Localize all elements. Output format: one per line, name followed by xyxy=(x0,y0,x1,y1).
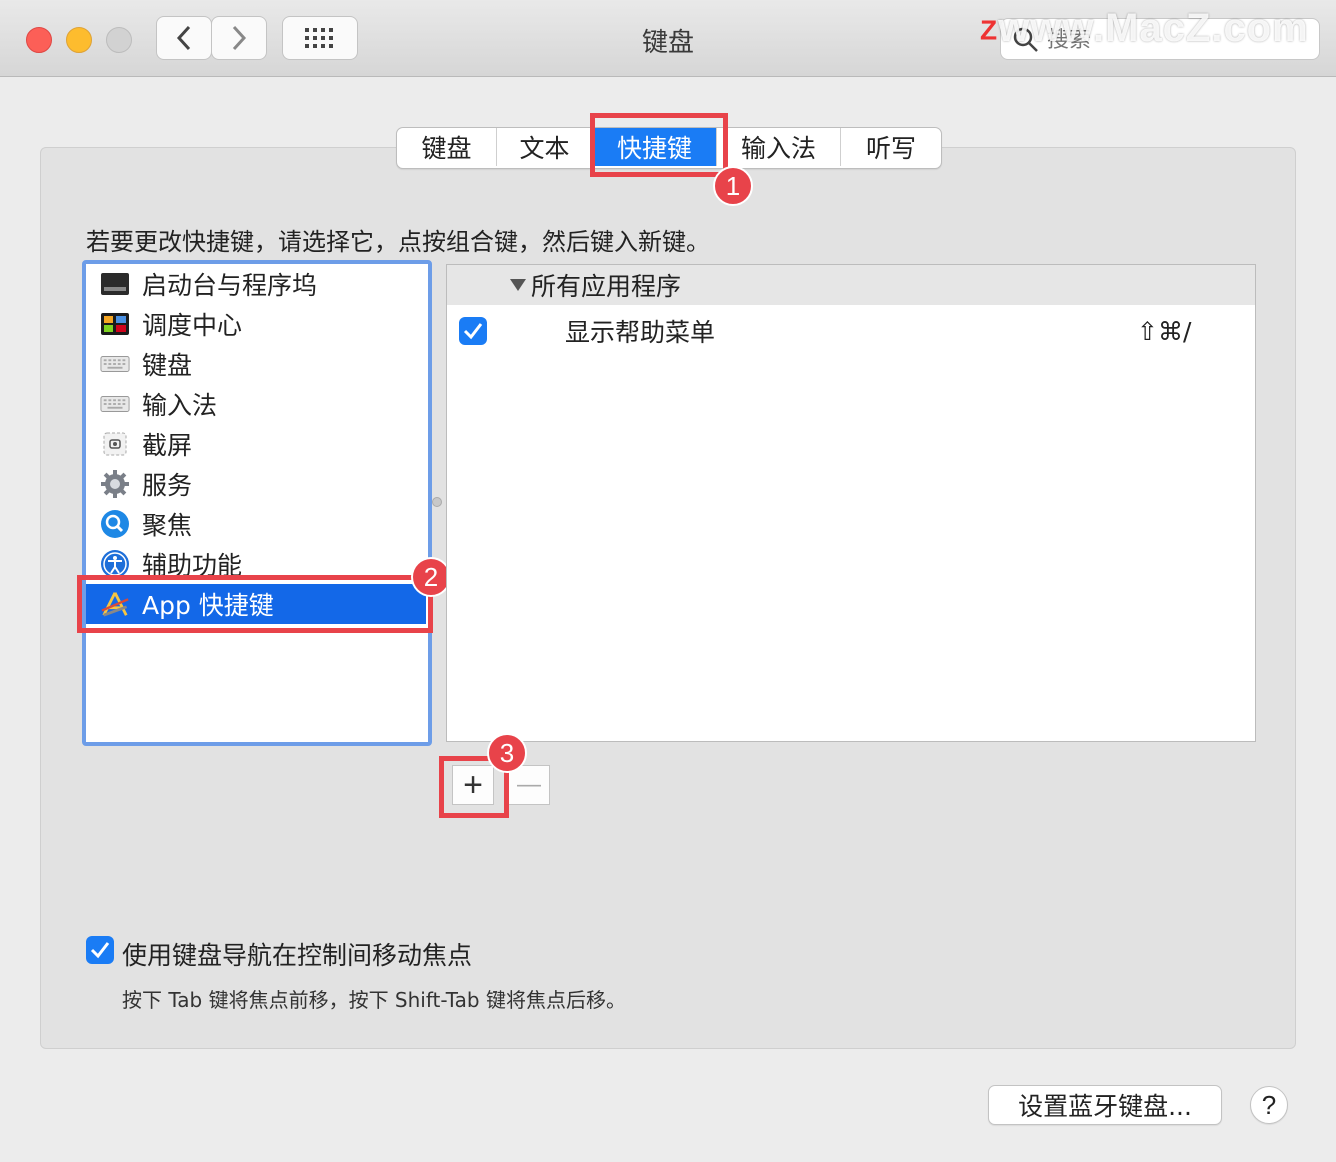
shortcut-group-label: 所有应用程序 xyxy=(531,272,682,301)
category-label: 服务 xyxy=(142,471,193,500)
keyboard-nav-label[interactable]: 使用键盘导航在控制间移动焦点 xyxy=(122,936,472,972)
mission-control-icon xyxy=(100,309,130,339)
gear-icon xyxy=(100,469,130,499)
category-item-input-sources[interactable]: 输入法 xyxy=(100,384,217,424)
shortcut-name: 显示帮助菜单 xyxy=(565,318,716,347)
step-badge-2: 2 xyxy=(411,557,451,597)
category-item-keyboard[interactable]: 键盘 xyxy=(100,344,192,384)
watermark: Zwww.MacZ.com xyxy=(980,6,1309,51)
keyboard-nav-option[interactable] xyxy=(86,936,114,964)
shortcut-group-header[interactable]: 所有应用程序 xyxy=(447,265,1255,305)
setup-bluetooth-keyboard-button[interactable]: 设置蓝牙键盘... xyxy=(988,1085,1222,1125)
category-label: 聚焦 xyxy=(142,511,193,540)
keyboard-icon xyxy=(100,349,130,379)
category-label: 调度中心 xyxy=(142,311,243,340)
category-label: 截屏 xyxy=(142,431,193,460)
keyboard-nav-checkbox[interactable] xyxy=(86,936,114,964)
tab-dictation[interactable]: 听写 xyxy=(841,128,941,166)
shortcut-keys[interactable]: ⇧⌘/ xyxy=(1137,317,1191,346)
watermark-logo: Z xyxy=(980,14,999,46)
shortcut-row[interactable]: 显示帮助菜单 ⇧⌘/ xyxy=(447,311,1255,351)
category-label: 启动台与程序坞 xyxy=(142,271,318,300)
highlight-box-2 xyxy=(77,575,433,633)
tab-text[interactable]: 文本 xyxy=(497,128,593,166)
category-item-services[interactable]: 服务 xyxy=(100,464,192,504)
category-label: 键盘 xyxy=(142,351,193,380)
highlight-box-1 xyxy=(590,113,728,177)
category-label: 输入法 xyxy=(142,391,218,420)
step-badge-1: 1 xyxy=(713,166,753,206)
step-badge-3: 3 xyxy=(487,733,527,773)
checkmark-icon xyxy=(90,942,110,959)
category-item-mission-control[interactable]: 调度中心 xyxy=(100,304,242,344)
shortcut-enabled-checkbox[interactable] xyxy=(459,317,487,345)
instruction-text: 若要更改快捷键，请选择它，点按组合键，然后键入新键。 xyxy=(86,228,710,256)
tab-input-sources[interactable]: 输入法 xyxy=(717,128,841,166)
spotlight-icon xyxy=(100,509,130,539)
checkmark-icon xyxy=(463,323,483,340)
keyboard-icon xyxy=(100,389,130,419)
screenshot-icon xyxy=(100,429,130,459)
disclosure-triangle-icon[interactable] xyxy=(509,278,527,292)
launchpad-dock-icon xyxy=(100,269,130,299)
category-item-launchpad-dock[interactable]: 启动台与程序坞 xyxy=(100,264,317,304)
watermark-text: www.MacZ.com xyxy=(998,6,1309,50)
help-button[interactable]: ? xyxy=(1250,1086,1288,1124)
tab-keyboard[interactable]: 键盘 xyxy=(397,128,497,166)
category-item-spotlight[interactable]: 聚焦 xyxy=(100,504,192,544)
split-view-handle[interactable] xyxy=(432,497,442,507)
title-bar: 键盘 Zwww.MacZ.com xyxy=(0,0,1336,77)
category-item-screenshots[interactable]: 截屏 xyxy=(100,424,192,464)
keyboard-nav-hint: 按下 Tab 键将焦点前移，按下 Shift-Tab 键将焦点后移。 xyxy=(122,988,626,1012)
shortcuts-table: 所有应用程序 显示帮助菜单 ⇧⌘/ xyxy=(446,264,1256,742)
